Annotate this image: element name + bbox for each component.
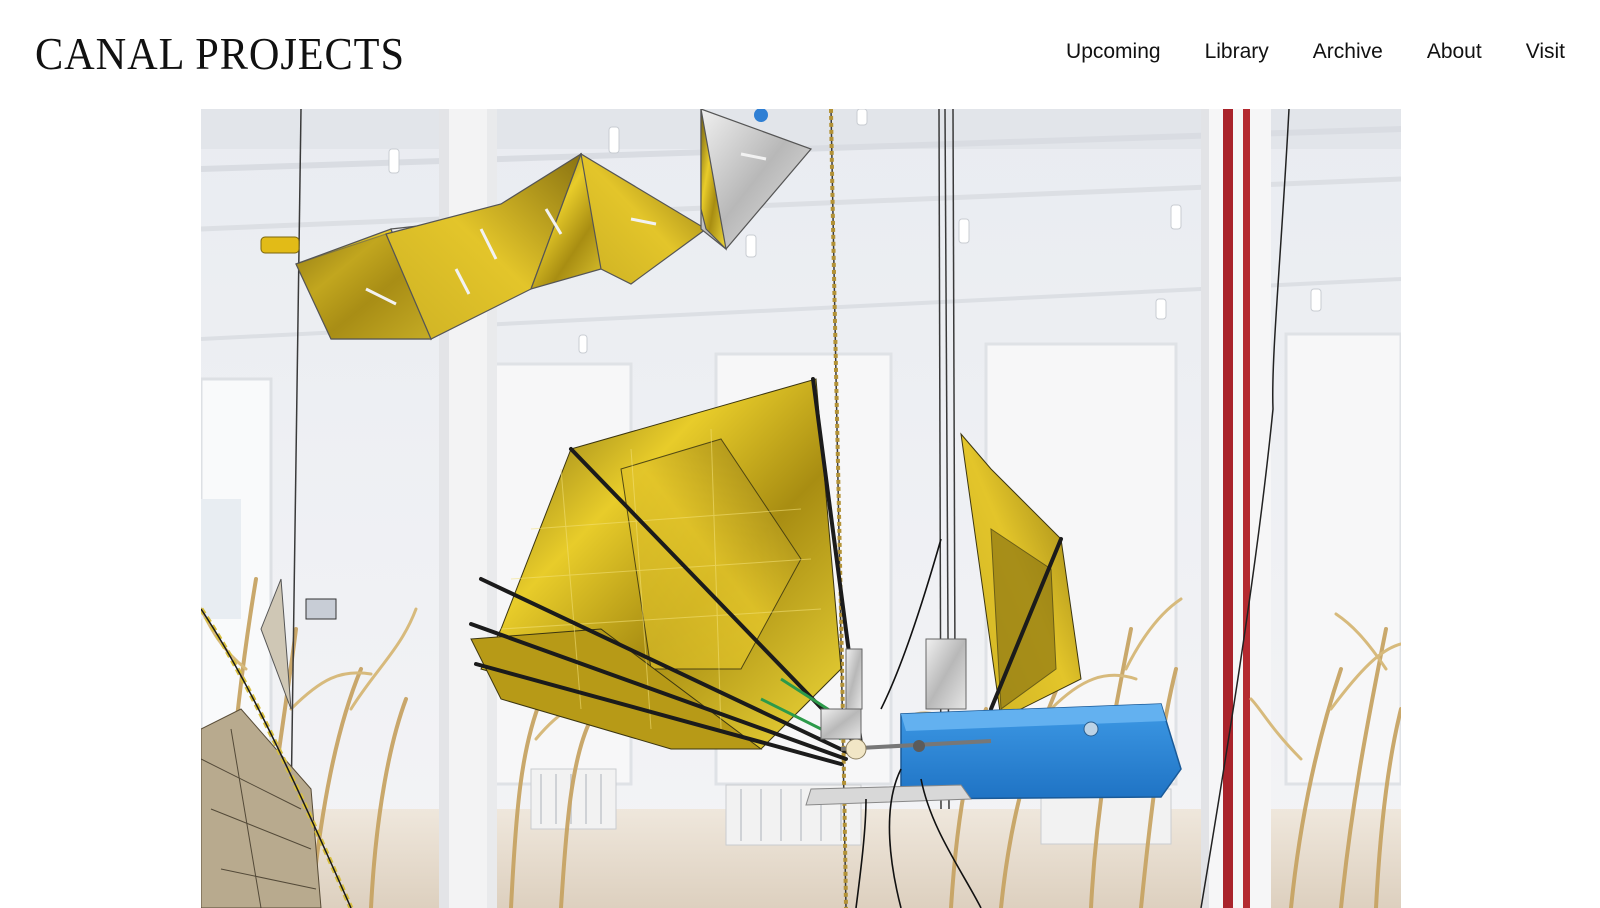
nav-item-archive[interactable]: Archive [1313, 38, 1383, 66]
nav-item-upcoming[interactable]: Upcoming [1066, 38, 1161, 66]
main-nav: Upcoming Library Archive About Visit [1066, 38, 1565, 66]
nav-item-library[interactable]: Library [1205, 38, 1269, 66]
site-header: CANAL PROJECTS Upcoming Library Archive … [0, 0, 1600, 108]
site-logo[interactable]: CANAL PROJECTS [35, 28, 405, 80]
nav-item-about[interactable]: About [1427, 38, 1482, 66]
installation-photo [201, 109, 1401, 908]
nav-item-visit[interactable]: Visit [1526, 38, 1565, 66]
hero-image[interactable] [201, 109, 1401, 908]
